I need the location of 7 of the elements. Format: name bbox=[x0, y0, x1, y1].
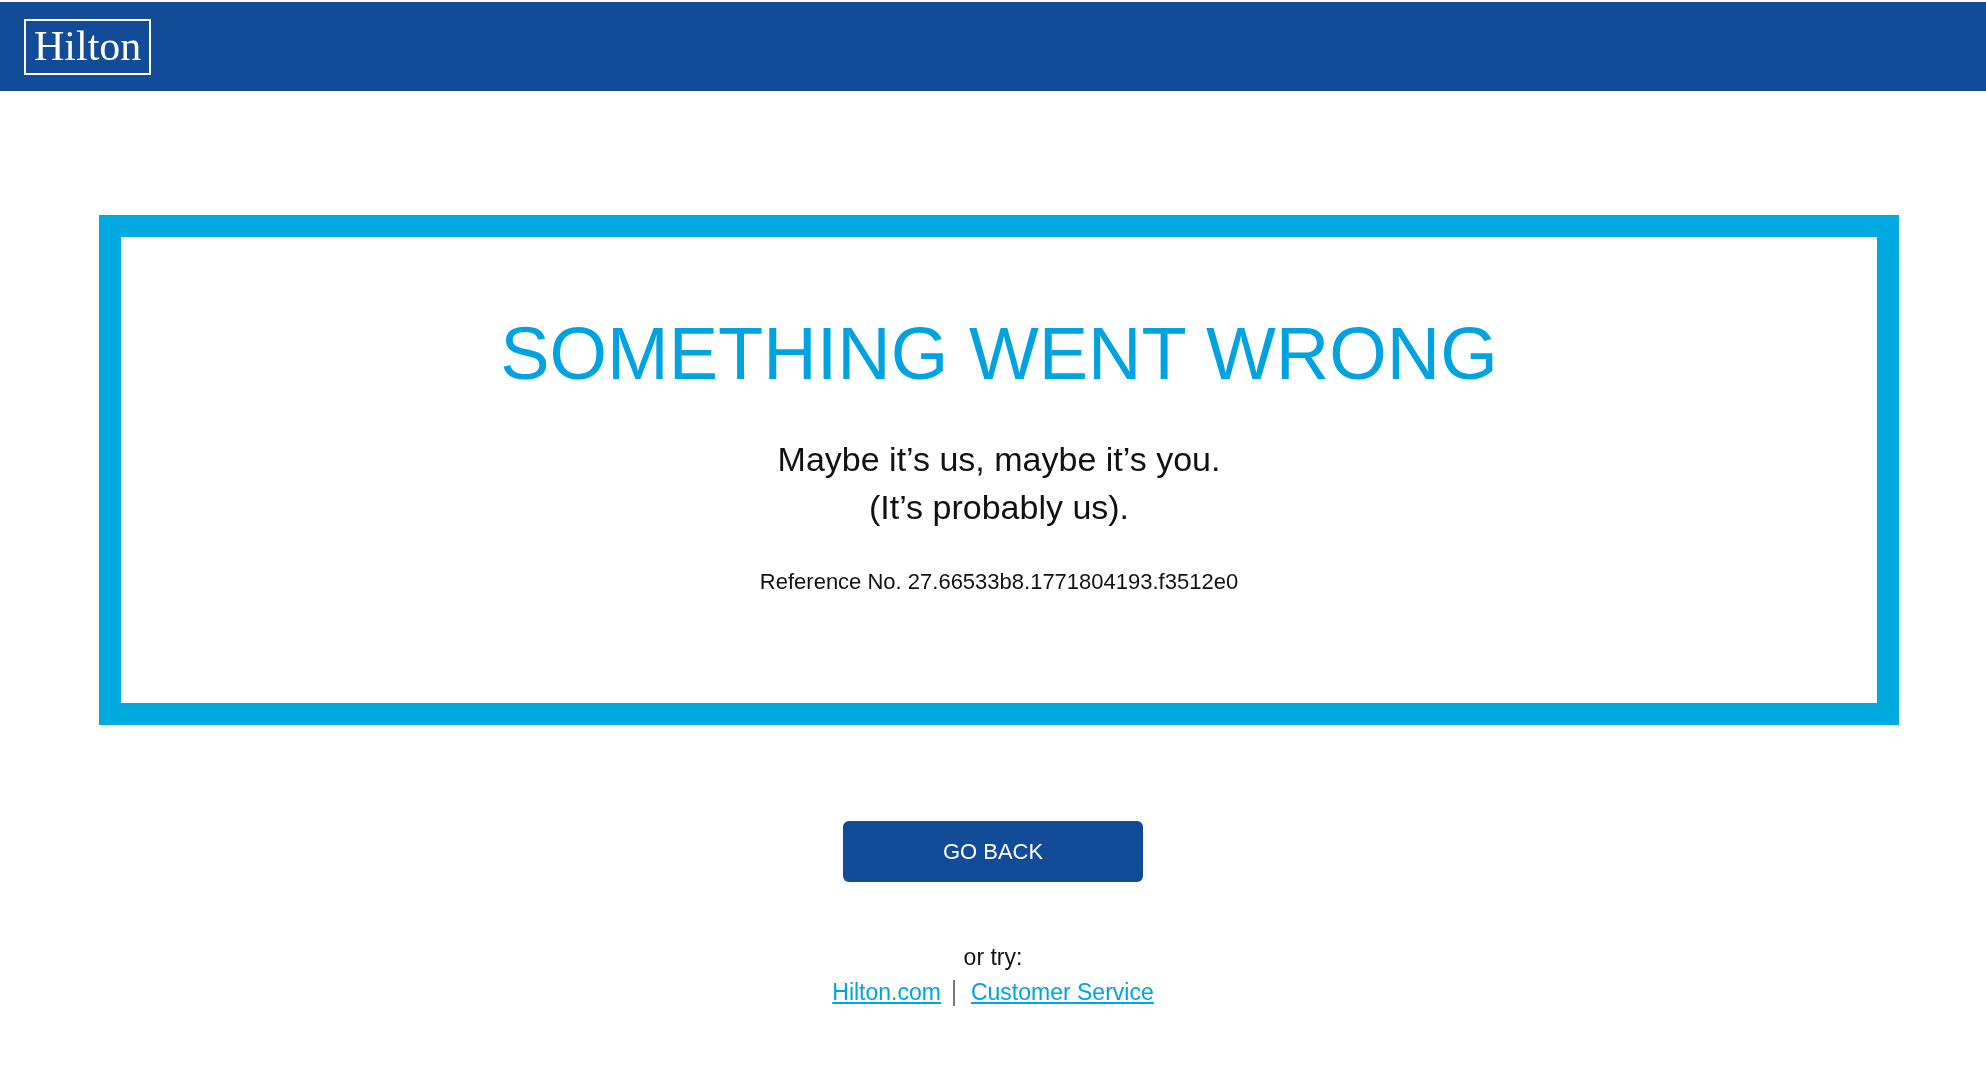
hilton-logo[interactable]: Hilton bbox=[24, 19, 152, 75]
error-message: Maybe it’s us, maybe it’s you. bbox=[777, 439, 1221, 480]
or-try-label: or try: bbox=[963, 944, 1023, 971]
reference-number: Reference No. 27.66533b8.1771804193.f3512e0 bbox=[759, 569, 1239, 595]
go-back-button[interactable]: GO BACK bbox=[843, 821, 1143, 882]
error-title: SOMETHING WENT WRONG bbox=[499, 311, 1499, 397]
error-message: (It’s probably us). bbox=[868, 487, 1130, 528]
